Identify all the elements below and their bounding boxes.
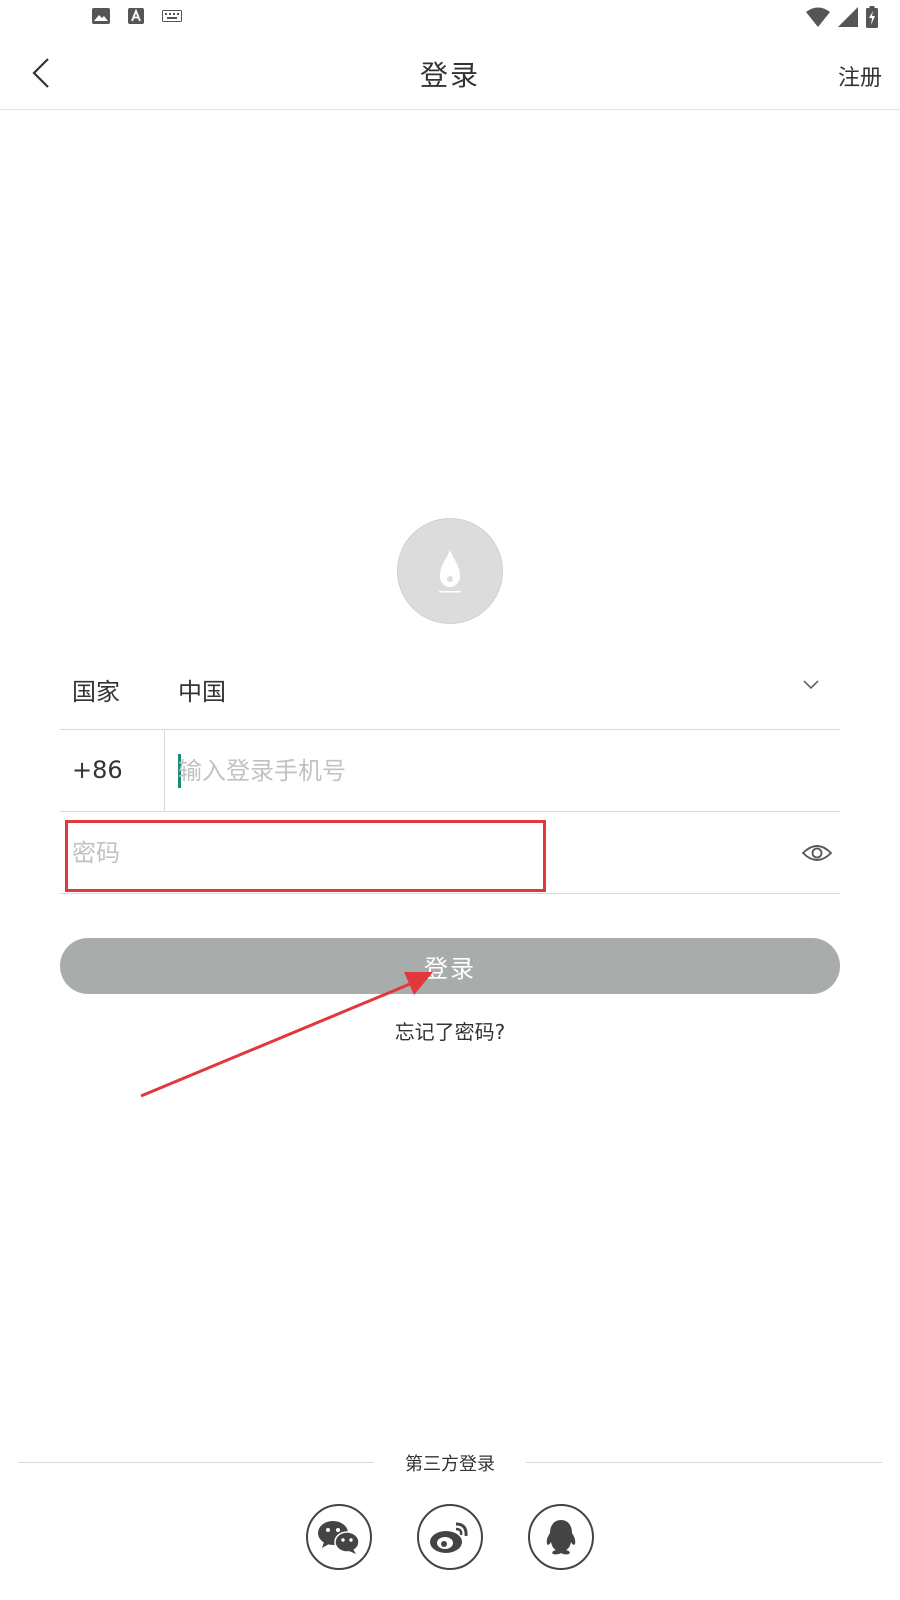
wechat-login-button[interactable] — [306, 1504, 372, 1570]
eye-icon — [801, 845, 833, 861]
page-title: 登录 — [419, 59, 480, 92]
country-selector[interactable]: 国家 中国 — [60, 648, 840, 730]
forgot-password-link[interactable]: 忘记了密码? — [0, 1016, 900, 1045]
phone-divider — [164, 730, 165, 812]
login-screen: 登录 注册 国家 中国 +86 登录 — [0, 0, 900, 1600]
cell-signal-icon — [838, 7, 858, 27]
chevron-down-icon[interactable] — [802, 678, 820, 690]
country-code[interactable]: +86 — [72, 756, 123, 784]
app-logo — [397, 518, 503, 624]
password-visibility-toggle[interactable] — [800, 836, 834, 870]
top-navigation-bar: 登录 注册 — [0, 36, 900, 110]
status-bar-notifications — [92, 8, 182, 24]
wechat-icon — [318, 1521, 360, 1554]
third-party-label: 第三方登录 — [405, 1454, 495, 1475]
register-link[interactable]: 注册 — [838, 60, 882, 92]
weibo-icon — [430, 1522, 468, 1553]
image-icon — [92, 8, 110, 24]
keyboard-icon — [162, 10, 182, 22]
wifi-icon — [806, 7, 830, 27]
country-label: 国家 — [72, 678, 120, 706]
phone-input[interactable] — [178, 750, 818, 792]
qq-login-button[interactable] — [528, 1504, 594, 1570]
status-bar — [0, 0, 900, 36]
status-bar-system — [806, 6, 878, 28]
country-value: 中国 — [178, 678, 226, 706]
weibo-login-button[interactable] — [417, 1504, 483, 1570]
battery-charging-icon — [866, 6, 878, 28]
phone-row: +86 — [60, 730, 840, 812]
annotation-highlight-box — [65, 820, 546, 892]
flame-logo-icon — [439, 550, 461, 593]
qq-icon — [546, 1520, 576, 1555]
text-icon — [128, 8, 144, 24]
login-button[interactable]: 登录 — [60, 938, 840, 994]
